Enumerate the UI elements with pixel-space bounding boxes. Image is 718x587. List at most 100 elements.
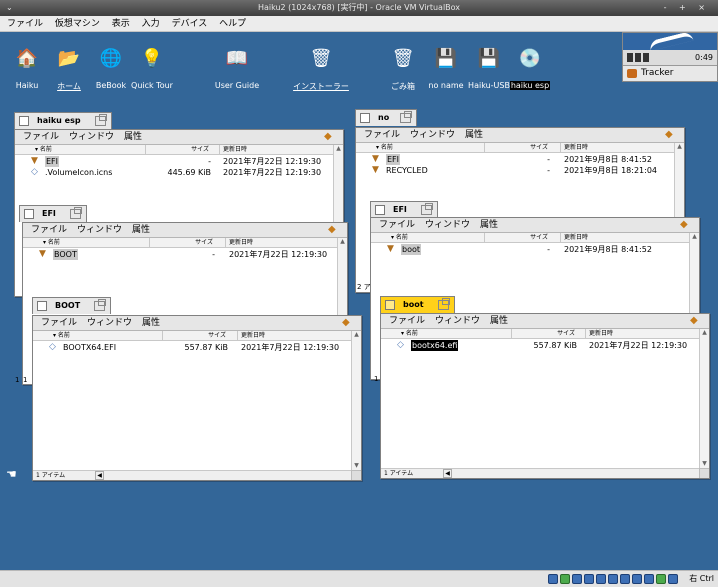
menu-window[interactable]: ウィンドウ — [425, 220, 470, 230]
column-size[interactable]: サイズ — [149, 238, 213, 248]
desktop-icon-quicktour[interactable]: 💡 Quick Tour — [112, 48, 192, 90]
file-date: 2021年7月22日 12:19:30 — [223, 168, 322, 177]
column-date[interactable]: 更新日時 — [223, 145, 247, 155]
scroll-up-icon: ▲ — [677, 143, 682, 150]
list-item[interactable]: ▼ EFI - 2021年9月8日 8:41:52 — [356, 154, 674, 165]
column-name[interactable]: ▾ 名前 — [43, 238, 60, 248]
resize-handle[interactable] — [351, 470, 361, 480]
menu-window[interactable]: ウィンドウ — [87, 318, 132, 328]
menu-view[interactable]: 表示 — [112, 19, 130, 29]
menu-file[interactable]: ファイル — [389, 316, 425, 326]
close-box[interactable] — [385, 300, 395, 310]
menu-devices[interactable]: デバイス — [172, 19, 208, 29]
zoom-icon[interactable] — [70, 207, 82, 219]
folder-icon[interactable]: ◆ — [680, 220, 692, 230]
column-date[interactable]: 更新日時 — [589, 329, 613, 339]
menu-attributes[interactable]: 属性 — [490, 316, 508, 326]
folder-icon[interactable]: ◆ — [324, 132, 336, 142]
close-box[interactable] — [24, 209, 34, 219]
tray-icons[interactable] — [627, 53, 649, 62]
resize-handle[interactable] — [699, 468, 709, 478]
folder-icon[interactable]: ◆ — [665, 130, 677, 140]
menu-window[interactable]: ウィンドウ — [410, 130, 455, 140]
vm-status-icons[interactable] — [548, 574, 678, 584]
column-name[interactable]: ▾ 名前 — [35, 145, 52, 155]
column-date[interactable]: 更新日時 — [564, 233, 588, 243]
menu-input[interactable]: 入力 — [142, 19, 160, 29]
list-item[interactable]: ▼ EFI - 2021年7月22日 12:19:30 — [15, 156, 333, 167]
menu-file[interactable]: ファイル — [23, 132, 59, 142]
menu-attributes[interactable]: 属性 — [124, 132, 142, 142]
window-tab[interactable]: haiku esp — [14, 112, 112, 129]
list-item[interactable]: ◇ BOOTX64.EFI 557.87 KiB 2021年7月22日 12:19:3… — [33, 342, 351, 353]
list-item[interactable]: ▼ boot - 2021年9月8日 8:41:52 — [371, 244, 689, 255]
chevron-down-icon[interactable]: ⌄ — [6, 0, 13, 16]
column-date[interactable]: 更新日時 — [241, 331, 265, 341]
zoom-icon[interactable] — [400, 111, 412, 123]
column-size[interactable]: サイズ — [511, 329, 575, 339]
column-header: ▾ 名前 サイズ 更新日時 — [15, 145, 333, 155]
column-date[interactable]: 更新日時 — [229, 238, 253, 248]
file-date: 2021年7月22日 12:19:30 — [223, 157, 322, 166]
folder-icon[interactable]: ◆ — [328, 225, 340, 235]
menu-window[interactable]: ウィンドウ — [435, 316, 480, 326]
menu-window[interactable]: ウィンドウ — [77, 225, 122, 235]
menu-file[interactable]: ファイル — [364, 130, 400, 140]
haiku-leaf-logo[interactable] — [623, 30, 717, 52]
zoom-icon[interactable] — [94, 299, 106, 311]
zoom-icon[interactable] — [438, 298, 450, 310]
menu-file[interactable]: ファイル — [31, 225, 67, 235]
list-item[interactable]: ▼ BOOT - 2021年7月22日 12:19:30 — [23, 249, 337, 260]
zoom-icon[interactable] — [421, 203, 433, 215]
scroll-left-icon[interactable]: ◀ — [95, 471, 104, 480]
column-name[interactable]: ▾ 名前 — [376, 143, 393, 153]
menu-file[interactable]: ファイル — [7, 19, 43, 29]
menu-file[interactable]: ファイル — [379, 220, 415, 230]
vertical-scrollbar[interactable]: ▲▼ — [351, 331, 361, 470]
menu-attributes[interactable]: 属性 — [142, 318, 160, 328]
scroll-up-icon: ▲ — [340, 238, 345, 245]
column-size[interactable]: サイズ — [162, 331, 226, 341]
column-size[interactable]: サイズ — [484, 143, 548, 153]
clock[interactable]: 0:49 — [695, 53, 713, 62]
list-item[interactable]: ▼ RECYCLED - 2021年9月8日 18:21:04 — [356, 165, 674, 176]
window-tab[interactable]: no name — [355, 109, 417, 138]
harddisk-icon — [548, 574, 558, 584]
deskbar-tracker[interactable]: Tracker — [623, 65, 717, 81]
column-size[interactable]: サイズ — [484, 233, 548, 243]
menu-file[interactable]: ファイル — [41, 318, 77, 328]
column-name[interactable]: ▾ 名前 — [401, 329, 418, 339]
desktop-icon-cd[interactable]: 💿 haiku esp — [490, 48, 570, 90]
close-box[interactable] — [37, 301, 47, 311]
zoom-icon[interactable] — [95, 114, 107, 126]
column-name[interactable]: ▾ 名前 — [53, 331, 70, 341]
column-date[interactable]: 更新日時 — [564, 143, 588, 153]
desktop-icon-user-guide[interactable]: 📖 User Guide — [197, 48, 277, 90]
window-controls[interactable]: - + × — [664, 0, 710, 16]
scroll-left-icon[interactable]: ◀ — [443, 469, 452, 478]
list-item[interactable]: ◇ bootx64.efi 557.87 KiB 2021年7月22日 12:19:3… — [381, 340, 699, 351]
deskbar[interactable]: 0:49 Tracker — [622, 30, 718, 82]
window-tab[interactable]: BOOT — [32, 297, 111, 314]
menu-attributes[interactable]: 属性 — [465, 130, 483, 140]
folder-icon[interactable]: ◆ — [342, 318, 354, 328]
window-tab[interactable]: boot — [380, 296, 455, 313]
column-name[interactable]: ▾ 名前 — [391, 233, 408, 243]
window-tab[interactable]: EFI — [370, 201, 438, 218]
close-box[interactable] — [375, 205, 385, 215]
window-menu-bar: ファイル ウィンドウ 属性 ◆ — [15, 130, 343, 145]
usb-icon — [596, 574, 606, 584]
menu-help[interactable]: ヘルプ — [219, 19, 246, 29]
column-size[interactable]: サイズ — [145, 145, 209, 155]
vertical-scrollbar[interactable]: ▲▼ — [699, 329, 709, 468]
window-tab[interactable]: EFI — [19, 205, 87, 222]
menu-attributes[interactable]: 属性 — [132, 225, 150, 235]
desktop-icon-installer[interactable]: 🗑 インストーラー — [281, 48, 361, 92]
close-box[interactable] — [19, 116, 29, 126]
list-item[interactable]: ◇ .VolumeIcon.icns 445.69 KiB 2021年7月22日 12… — [15, 167, 333, 178]
menu-attributes[interactable]: 属性 — [480, 220, 498, 230]
folder-icon[interactable]: ◆ — [690, 316, 702, 326]
close-box[interactable] — [360, 113, 370, 123]
menu-window[interactable]: ウィンドウ — [69, 132, 114, 142]
menu-machine[interactable]: 仮想マシン — [55, 19, 100, 29]
